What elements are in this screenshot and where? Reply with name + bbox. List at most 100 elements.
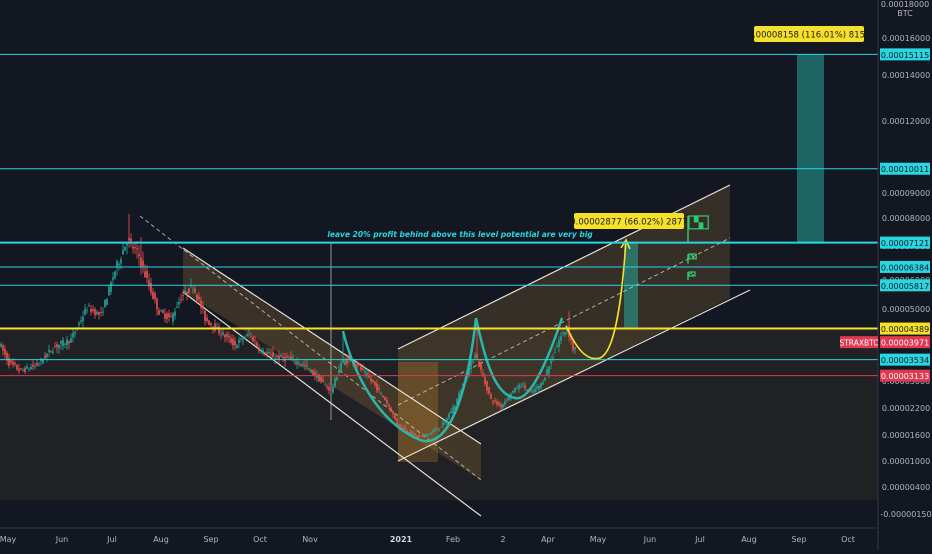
candle-body [290, 356, 292, 359]
candle [214, 319, 216, 333]
candle-body [166, 313, 168, 320]
candle-body [334, 378, 336, 387]
candle-body [286, 356, 288, 358]
candle-body [294, 362, 296, 364]
symbol-tag-label: STRAXBTC [839, 339, 878, 348]
symbol-tag[interactable]: STRAXBTC [839, 336, 879, 349]
time-axis-tick-label: Feb [446, 535, 460, 544]
candle-body [244, 338, 246, 339]
candle-body [332, 386, 334, 393]
candle [146, 265, 148, 284]
level-note: leave 20% profit behind above this level… [327, 230, 593, 239]
candle-body [266, 351, 268, 354]
candle-body [222, 332, 224, 335]
candle-body [208, 320, 210, 325]
candle [208, 320, 210, 326]
price-level-value: 0.00007121 [881, 239, 929, 248]
price-axis-tick-label: 0.00002200 [882, 404, 930, 413]
candle [102, 307, 104, 316]
candle-body [490, 394, 492, 399]
candle-body [338, 369, 340, 374]
time-axis-tick-label: 2021 [390, 535, 413, 544]
candle-body [364, 370, 366, 373]
candle-body [38, 363, 40, 365]
chart-area[interactable]: 0.00002877 (66.02%) 2877 0.00008158 (116.… [0, 0, 932, 550]
candle-body [34, 365, 36, 367]
candle [86, 307, 88, 314]
candle [164, 308, 166, 323]
target1-callout[interactable]: 0.00002877 (66.02%) 2877 [570, 213, 688, 229]
candle-body [526, 389, 528, 391]
candle-body [496, 401, 498, 405]
candle-body [220, 334, 222, 336]
candle [124, 246, 126, 251]
candle-body [446, 418, 448, 424]
candle-body [296, 361, 298, 365]
candle-body [258, 347, 260, 352]
candle-body [356, 364, 358, 367]
candle-body [556, 345, 558, 348]
price-level-label[interactable]: 0.00004389 [880, 322, 930, 335]
candle [170, 312, 172, 318]
candle-body [186, 291, 188, 295]
candle-body [118, 263, 120, 266]
current-price-tag[interactable]: 0.00003971 [880, 336, 930, 349]
candle [84, 303, 86, 316]
price-level-label[interactable]: 0.00006384 [880, 260, 930, 273]
price-level-label[interactable]: 0.00003534 [880, 353, 930, 366]
candle-body [60, 340, 62, 344]
candle-body [238, 339, 240, 343]
candle-body [392, 411, 394, 415]
time-axis-tick-label: Jun [643, 535, 657, 544]
price-level-value: 0.00003534 [881, 356, 929, 365]
price-level-label[interactable]: 0.00010011 [880, 162, 930, 175]
candle [110, 280, 112, 296]
price-level-label[interactable]: 0.00005817 [880, 279, 930, 292]
candle-body [124, 246, 126, 251]
price-chart[interactable]: 0.00002877 (66.02%) 2877 0.00008158 (116.… [0, 0, 932, 550]
candle-body [550, 360, 552, 364]
candle-body [312, 370, 314, 375]
candle [88, 302, 90, 307]
candle [178, 297, 180, 309]
candle-body [558, 339, 560, 347]
candle-body [194, 288, 196, 293]
candle-body [282, 356, 284, 359]
candle-body [96, 311, 98, 315]
candle-body [14, 363, 16, 365]
candle-body [254, 340, 256, 342]
candle-body [188, 288, 190, 293]
candle [204, 310, 206, 326]
candle-body [58, 344, 60, 349]
price-level-label[interactable]: 0.00015115 [880, 48, 930, 61]
candle-body [372, 379, 374, 383]
candle-body [514, 387, 516, 393]
candle-body [344, 360, 346, 365]
candle-body [376, 383, 378, 391]
candle-body [62, 339, 64, 346]
price-level-label[interactable]: 0.00007121 [880, 236, 930, 249]
target2-position-box[interactable] [797, 54, 824, 243]
time-axis-tick-label: Nov [302, 535, 318, 544]
candle-body [94, 309, 96, 316]
candle [96, 309, 98, 316]
candle [318, 373, 320, 382]
price-axis-tick-label: 0.00001600 [882, 431, 930, 440]
candle-body [90, 308, 92, 313]
candle-body [112, 277, 114, 280]
price-axis-panel[interactable] [878, 0, 932, 550]
price-level-value: 0.00010011 [881, 165, 929, 174]
candle [176, 301, 178, 309]
candle [158, 307, 160, 316]
candle-body [4, 349, 6, 355]
candle-body [230, 338, 232, 343]
candle-body [308, 368, 310, 370]
price-level-label[interactable]: 0.00003133 [880, 369, 930, 382]
candle-body [192, 289, 194, 291]
candle [116, 259, 118, 276]
target2-callout[interactable]: 0.00008158 (116.01%) 8158 [748, 26, 871, 42]
candle-body [268, 351, 270, 354]
candle-body [416, 435, 418, 437]
candle-body [386, 399, 388, 404]
flag-check [693, 216, 699, 223]
